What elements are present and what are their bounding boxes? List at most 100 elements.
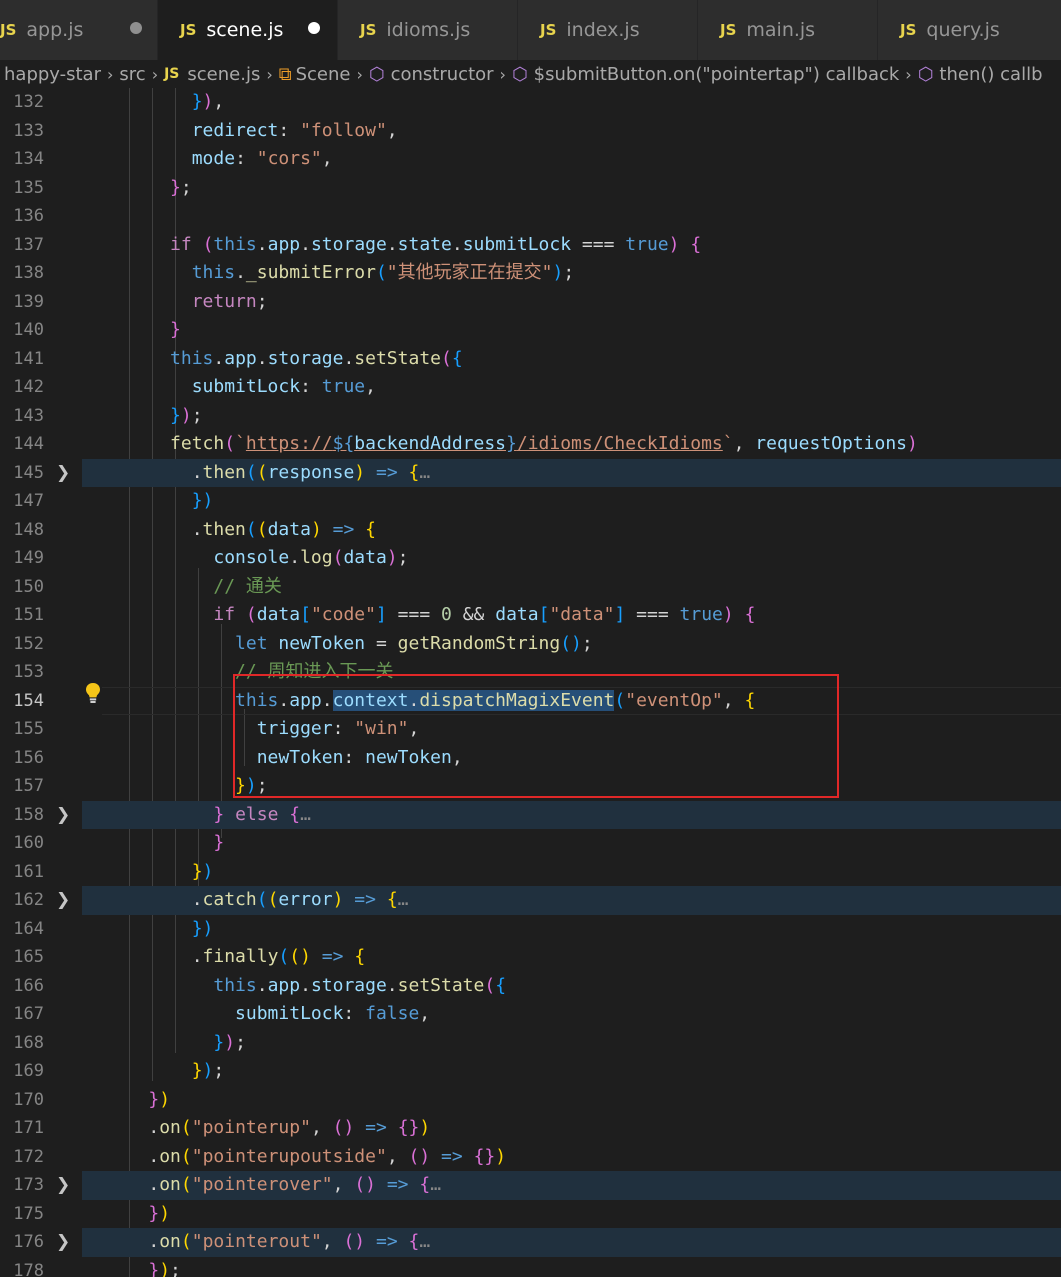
code-line: 150 // 通关	[0, 573, 1061, 602]
code-line: 173 ❯ .on("pointerover", () => {…	[0, 1171, 1061, 1200]
line-number: 143	[13, 405, 44, 426]
breadcrumb-class-label: Scene	[295, 63, 351, 85]
code-text: }	[170, 319, 181, 340]
fold-chevron-icon[interactable]: ❯	[56, 1171, 70, 1200]
line-number: 150	[13, 576, 44, 597]
javascript-file-icon: JS	[720, 21, 737, 39]
code-line: 132 }),	[0, 88, 1061, 117]
breadcrumb: happy-star › src › JS scene.js › ⧉ Scene…	[0, 60, 1061, 88]
code-line: 142 submitLock: true,	[0, 373, 1061, 402]
fold-chevron-icon[interactable]: ❯	[56, 1228, 70, 1257]
line-number: 161	[13, 861, 44, 882]
code-text: .then((data) => {	[191, 518, 377, 540]
line-number: 155	[13, 719, 44, 739]
line-number: 169	[13, 1061, 44, 1081]
tab-label: scene.js	[206, 19, 284, 41]
line-number: 157	[13, 776, 44, 796]
unsaved-dot-icon[interactable]	[308, 22, 320, 34]
unsaved-dot-icon[interactable]	[130, 22, 142, 34]
code-text: })	[191, 917, 214, 939]
breadcrumb-folder[interactable]: src	[119, 64, 145, 85]
code-text: .catch((error) => {…	[191, 889, 409, 910]
folded-ellipsis[interactable]: …	[419, 462, 430, 483]
code-line: 175 })	[0, 1200, 1061, 1229]
code-line: 147 })	[0, 487, 1061, 516]
breadcrumb-callback-label: $submitButton.on("pointertap") callback	[533, 63, 900, 85]
code-line: 171 .on("pointerup", () => {})	[0, 1114, 1061, 1143]
code-text: };	[170, 176, 192, 198]
lightbulb-icon[interactable]	[84, 682, 102, 704]
breadcrumb-project[interactable]: happy-star	[4, 64, 101, 85]
code-text: this.app.storage.setState({	[170, 347, 463, 369]
fold-chevron-icon[interactable]: ❯	[56, 459, 70, 488]
breadcrumb-file-label: scene.js	[187, 63, 261, 85]
tab-scene-js[interactable]: JS scene.js	[158, 0, 338, 60]
code-text: });	[148, 1259, 181, 1277]
code-line: 152 let newToken = getRandomString();	[0, 630, 1061, 659]
tab-idioms-js[interactable]: JS idioms.js	[338, 0, 518, 60]
code-line: 170 })	[0, 1086, 1061, 1115]
tab-label: main.js	[746, 19, 816, 41]
chevron-right-icon: ›	[905, 64, 912, 84]
code-text: .then((response) => {…	[191, 461, 431, 483]
code-line: 168 });	[0, 1029, 1061, 1058]
folded-ellipsis[interactable]: …	[430, 1174, 441, 1195]
code-line: 165 .finally(() => {	[0, 943, 1061, 972]
line-number: 151	[13, 605, 44, 625]
code-text: mode: "cors",	[191, 148, 333, 169]
line-number: 170	[13, 1089, 44, 1110]
code-line: 176 ❯ .on("pointerout", () => {…	[0, 1228, 1061, 1257]
fold-chevron-icon[interactable]: ❯	[56, 801, 70, 830]
code-line: 144 fetch(`https://${backendAddress}/idi…	[0, 430, 1061, 459]
code-line: 162 ❯ .catch((error) => {…	[0, 886, 1061, 915]
code-text: })	[148, 1088, 171, 1110]
line-number: 176	[13, 1232, 44, 1252]
folded-ellipsis[interactable]: …	[300, 804, 311, 825]
chevron-right-icon: ›	[356, 64, 363, 84]
fold-chevron-icon[interactable]: ❯	[56, 886, 70, 915]
code-line: 136	[0, 202, 1061, 231]
breadcrumb-class[interactable]: ⧉ Scene	[279, 64, 351, 85]
code-text: .on("pointerup", () => {})	[148, 1117, 431, 1138]
code-line: 139 return;	[0, 288, 1061, 317]
line-number: 133	[13, 120, 44, 141]
breadcrumb-method[interactable]: ⬡ constructor	[369, 64, 494, 85]
code-editor[interactable]: 132 }), 133 redirect: "follow", 134 mode…	[0, 88, 1061, 1277]
breadcrumb-file[interactable]: JS scene.js	[164, 64, 260, 85]
javascript-file-icon: JS	[360, 21, 377, 39]
line-number: 142	[13, 377, 44, 397]
code-line: 167 submitLock: false,	[0, 1000, 1061, 1029]
line-number: 168	[13, 1032, 44, 1053]
tab-label: query.js	[926, 19, 1000, 41]
breadcrumb-callback[interactable]: ⬡ $submitButton.on("pointertap") callbac…	[512, 64, 899, 85]
code-line: 166 this.app.storage.setState({	[0, 972, 1061, 1001]
code-line: 145 ❯ .then((response) => {…	[0, 458, 1061, 488]
code-line: 133 redirect: "follow",	[0, 117, 1061, 146]
code-line: 161 })	[0, 858, 1061, 887]
tab-app-js[interactable]: JS app.js	[0, 0, 158, 60]
code-text: } else {…	[213, 803, 311, 825]
code-text: fetch(`https://${backendAddress}/idioms/…	[170, 433, 918, 454]
code-text: })	[191, 860, 214, 882]
folded-ellipsis[interactable]: …	[419, 1231, 430, 1252]
code-text: .on("pointerupoutside", () => {})	[148, 1145, 507, 1167]
line-number: 148	[13, 519, 44, 540]
javascript-file-icon: JS	[540, 21, 557, 39]
code-text: submitLock: false,	[235, 1003, 431, 1024]
code-text: console.log(data);	[213, 547, 409, 568]
method-symbol-icon: ⬡	[917, 63, 934, 85]
tab-query-js[interactable]: JS query.js	[878, 0, 1061, 60]
breadcrumb-then[interactable]: ⬡ then() callb	[918, 64, 1043, 85]
line-number: 156	[13, 747, 44, 768]
line-number: 153	[13, 662, 44, 682]
line-number: 144	[13, 434, 44, 454]
chevron-right-icon: ›	[151, 64, 159, 84]
code-text: // 通关	[213, 575, 282, 597]
breadcrumb-method-label: constructor	[390, 63, 494, 85]
javascript-file-icon: JS	[0, 21, 17, 39]
tab-index-js[interactable]: JS index.js	[518, 0, 698, 60]
code-line: 172 .on("pointerupoutside", () => {})	[0, 1143, 1061, 1172]
tab-main-js[interactable]: JS main.js	[698, 0, 878, 60]
folded-ellipsis[interactable]: …	[398, 889, 409, 910]
line-number: 165	[13, 947, 44, 967]
